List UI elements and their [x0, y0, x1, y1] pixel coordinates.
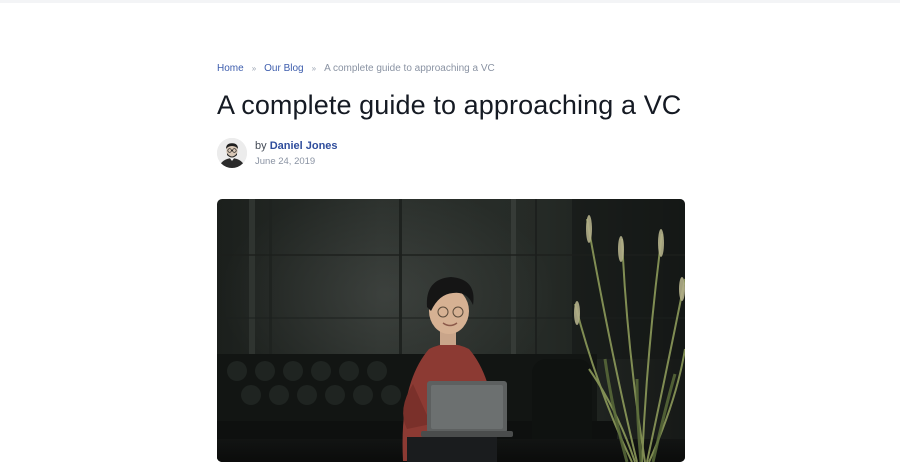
breadcrumb-home-link[interactable]: Home — [217, 63, 244, 74]
byline-prefix: by — [255, 140, 267, 152]
post-title: A complete guide to approaching a VC — [217, 90, 682, 120]
author-link[interactable]: Daniel Jones — [270, 140, 338, 152]
post-date: June 24, 2019 — [255, 156, 316, 167]
top-divider — [0, 0, 900, 3]
hero-image — [217, 199, 685, 462]
breadcrumb-separator-icon: » — [311, 64, 317, 73]
breadcrumb-blog-link[interactable]: Our Blog — [264, 63, 303, 74]
hero-photo — [217, 199, 685, 462]
breadcrumb-separator-icon: » — [251, 64, 257, 73]
breadcrumb: Home » Our Blog » A complete guide to approa… — [217, 63, 495, 74]
breadcrumb-current: A complete guide to approaching a VC — [324, 63, 495, 74]
author-byline: by Daniel Jones — [255, 140, 338, 152]
author-avatar[interactable] — [217, 138, 247, 168]
avatar-portrait-icon — [217, 138, 247, 168]
